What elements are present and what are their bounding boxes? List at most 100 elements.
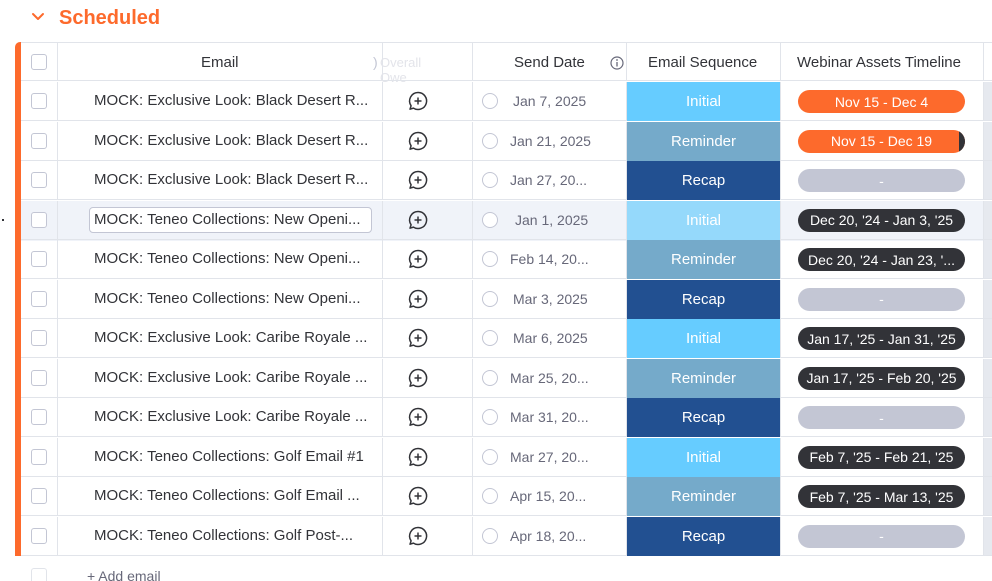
timeline-pill[interactable]: Feb 7, '25 - Feb 21, '25: [798, 445, 965, 469]
date-status-circle[interactable]: [482, 409, 498, 425]
table-row[interactable]: MOCK: Exclusive Look: Black Desert R... …: [21, 82, 992, 122]
add-update-icon[interactable]: [407, 485, 429, 507]
sequence-cell[interactable]: Initial: [627, 319, 781, 358]
date-status-circle[interactable]: [482, 290, 498, 307]
row-checkbox[interactable]: [31, 369, 47, 386]
row-checkbox[interactable]: [31, 448, 47, 465]
timeline-cell[interactable]: Nov 15 - Dec 19: [781, 121, 984, 161]
header-updates[interactable]: ): [373, 42, 455, 81]
add-update-icon[interactable]: [407, 525, 429, 547]
table-row[interactable]: MOCK: Exclusive Look: Caribe Royale ... …: [21, 319, 992, 359]
email-cell[interactable]: MOCK: Teneo Collections: New Openi...: [58, 200, 383, 240]
date-status-circle[interactable]: [482, 369, 498, 386]
sequence-cell[interactable]: Recap: [627, 279, 781, 319]
row-checkbox[interactable]: [31, 211, 47, 228]
updates-cell[interactable]: [383, 517, 455, 556]
header-email[interactable]: Email Overall Owe: [58, 42, 421, 85]
send-date-cell[interactable]: Feb 14, 20...: [473, 240, 627, 279]
table-row[interactable]: MOCK: Teneo Collections: New Openi... Fe…: [21, 240, 992, 280]
add-update-icon[interactable]: [407, 367, 429, 389]
add-update-icon[interactable]: [407, 169, 429, 191]
send-date-cell[interactable]: Apr 18, 20...: [473, 516, 627, 556]
updates-cell[interactable]: [383, 240, 455, 279]
timeline-cell[interactable]: Dec 20, '24 - Jan 23, '...: [781, 240, 984, 279]
send-date-cell[interactable]: Jan 7, 2025: [473, 82, 627, 121]
sequence-cell[interactable]: Reminder: [627, 477, 781, 516]
timeline-pill[interactable]: Feb 7, '25 - Mar 13, '25: [798, 485, 965, 508]
email-name[interactable]: MOCK: Exclusive Look: Black Desert R...: [94, 92, 372, 109]
send-date-cell[interactable]: Jan 21, 2025: [473, 121, 627, 161]
sequence-status[interactable]: Initial: [627, 200, 780, 240]
table-row[interactable]: MOCK: Teneo Collections: Golf Email ... …: [21, 477, 992, 517]
email-cell[interactable]: MOCK: Teneo Collections: Golf Email #1: [58, 437, 383, 477]
updates-cell[interactable]: [383, 161, 455, 200]
email-name[interactable]: MOCK: Teneo Collections: Golf Email #1: [94, 448, 372, 465]
email-name[interactable]: MOCK: Exclusive Look: Caribe Royale ...: [94, 369, 372, 386]
email-name[interactable]: MOCK: Exclusive Look: Caribe Royale ...: [94, 329, 372, 346]
add-update-icon[interactable]: [407, 327, 429, 349]
add-update-icon[interactable]: [407, 446, 429, 468]
updates-cell[interactable]: [383, 477, 455, 516]
table-row[interactable]: MOCK: Exclusive Look: Caribe Royale ... …: [21, 358, 992, 399]
timeline-pill[interactable]: -: [798, 169, 965, 192]
send-date-cell[interactable]: Apr 15, 20...: [473, 477, 627, 516]
sequence-cell[interactable]: Recap: [627, 161, 781, 200]
date-status-circle[interactable]: [482, 172, 498, 188]
add-email-button[interactable]: + Add email: [87, 568, 161, 581]
add-update-icon[interactable]: [407, 288, 429, 310]
table-row[interactable]: MOCK: Exclusive Look: Black Desert R... …: [21, 161, 992, 201]
row-checkbox[interactable]: [31, 132, 47, 149]
table-row[interactable]: MOCK: Teneo Collections: Golf Email #1 M…: [21, 437, 992, 478]
sequence-status[interactable]: Initial: [627, 82, 780, 121]
email-name[interactable]: MOCK: Teneo Collections: Golf Email ...: [94, 487, 372, 504]
sequence-cell[interactable]: Initial: [627, 200, 781, 240]
row-checkbox[interactable]: [31, 330, 47, 346]
row-checkbox[interactable]: [31, 409, 47, 425]
timeline-pill[interactable]: Dec 20, '24 - Jan 3, '25: [798, 208, 965, 232]
sequence-status[interactable]: Recap: [627, 161, 780, 200]
timeline-cell[interactable]: Jan 17, '25 - Feb 20, '25: [781, 358, 984, 398]
updates-cell[interactable]: [383, 319, 455, 358]
email-cell[interactable]: MOCK: Teneo Collections: New Openi...: [58, 240, 383, 279]
email-name[interactable]: MOCK: Teneo Collections: Golf Post-...: [94, 527, 372, 544]
sequence-cell[interactable]: Reminder: [627, 121, 781, 161]
sequence-status[interactable]: Reminder: [627, 121, 780, 161]
header-timeline[interactable]: Webinar Assets Timeline: [781, 42, 984, 81]
group-title[interactable]: Scheduled: [59, 7, 160, 30]
date-status-circle[interactable]: [482, 448, 498, 465]
email-edit-field[interactable]: MOCK: Teneo Collections: New Openi...: [89, 206, 372, 233]
table-row[interactable]: MOCK: Exclusive Look: Black Desert R... …: [21, 121, 992, 162]
send-date-cell[interactable]: Jan 27, 20...: [473, 161, 627, 200]
updates-cell[interactable]: [383, 201, 455, 240]
updates-cell[interactable]: [383, 280, 455, 319]
sequence-status[interactable]: Reminder: [627, 477, 780, 516]
sequence-cell[interactable]: Recap: [627, 398, 781, 437]
send-date-cell[interactable]: Jan 1, 2025: [473, 200, 627, 240]
row-checkbox[interactable]: [31, 93, 47, 109]
chevron-down-icon[interactable]: [29, 8, 47, 26]
sequence-status[interactable]: Reminder: [627, 240, 780, 279]
timeline-cell[interactable]: -: [781, 516, 984, 556]
sequence-cell[interactable]: Recap: [627, 516, 781, 556]
send-date-cell[interactable]: Mar 3, 2025: [473, 279, 627, 319]
date-status-circle[interactable]: [482, 93, 498, 109]
add-update-icon[interactable]: [407, 406, 429, 428]
add-update-icon[interactable]: [407, 90, 429, 112]
row-checkbox[interactable]: [31, 251, 47, 267]
add-update-icon[interactable]: [407, 209, 429, 231]
table-row[interactable]: MOCK: Teneo Collections: Golf Post-... A…: [21, 516, 992, 557]
email-cell[interactable]: MOCK: Teneo Collections: New Openi...: [58, 279, 383, 319]
row-checkbox[interactable]: [31, 290, 47, 307]
header-email-sequence[interactable]: Email Sequence: [627, 42, 781, 81]
sequence-cell[interactable]: Reminder: [627, 240, 781, 279]
add-update-icon[interactable]: [407, 248, 429, 270]
email-cell[interactable]: MOCK: Exclusive Look: Caribe Royale ...: [58, 319, 383, 358]
sequence-status[interactable]: Recap: [627, 279, 780, 319]
sequence-status[interactable]: Initial: [627, 437, 780, 477]
header-send-date[interactable]: Send Date: [473, 42, 627, 81]
email-cell[interactable]: MOCK: Exclusive Look: Black Desert R...: [58, 82, 383, 121]
date-status-circle[interactable]: [482, 330, 498, 346]
add-update-icon[interactable]: [407, 130, 429, 152]
date-status-circle[interactable]: [482, 527, 498, 544]
table-row[interactable]: MOCK: Teneo Collections: New Openi... Ma…: [21, 279, 992, 320]
